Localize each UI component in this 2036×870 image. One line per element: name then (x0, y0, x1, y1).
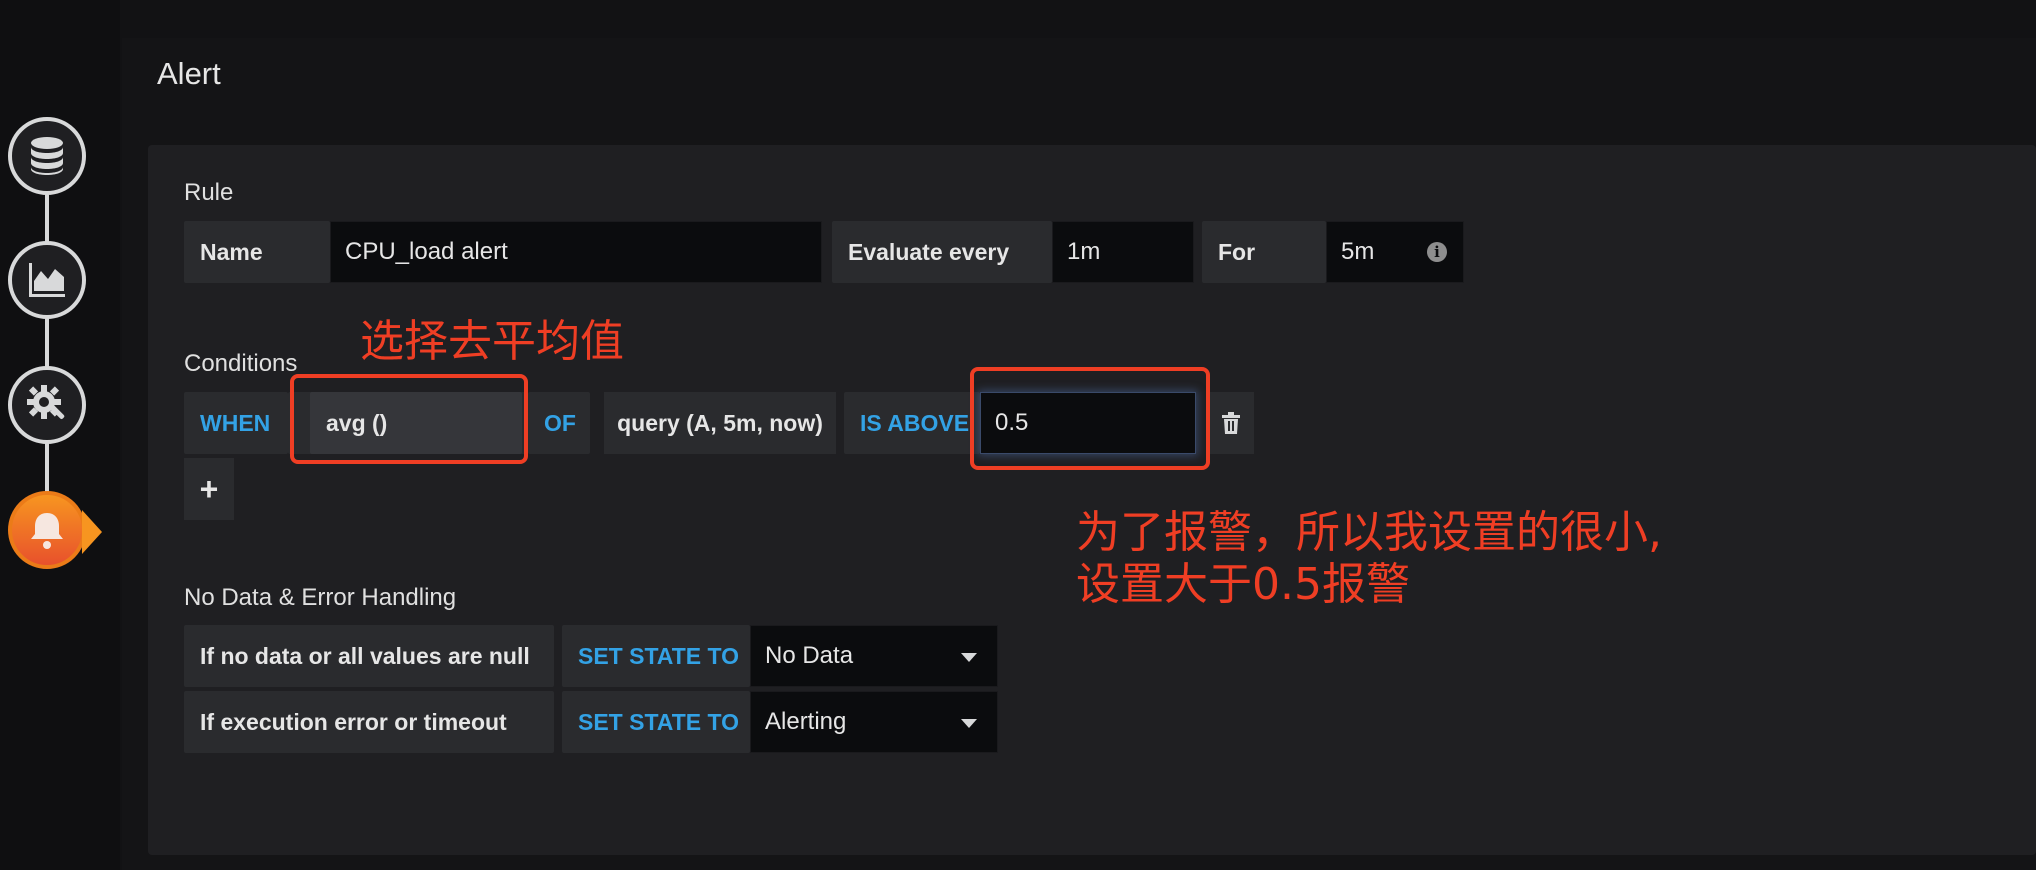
settings-icon (27, 385, 65, 419)
for-value: 5m (1341, 238, 1375, 265)
rail-alert-button[interactable] (8, 491, 86, 569)
query-select[interactable]: query (A, 5m, now) (604, 392, 836, 454)
no-data-action-label: SET STATE TO (562, 625, 750, 687)
threshold-annotation-line1: 为了报警，所以我设置的很小, (1076, 507, 1662, 558)
when-label: WHEN (184, 392, 288, 454)
conditions-section-title: Conditions (184, 350, 298, 377)
rule-name-input[interactable]: CPU_load alert (330, 221, 822, 283)
trash-icon (1222, 412, 1240, 434)
for-label: For (1202, 221, 1326, 283)
rail-queries-button[interactable] (8, 117, 86, 195)
rail-general-button[interactable] (8, 366, 86, 444)
of-label: OF (528, 392, 590, 454)
error-state-value: Alerting (765, 708, 847, 735)
reducer-highlight-box (290, 374, 528, 464)
database-icon (31, 137, 63, 175)
threshold-highlight-box (970, 367, 1210, 470)
no-data-state-select[interactable]: No Data (750, 625, 998, 687)
active-pointer (82, 510, 102, 554)
rail-visualization-button[interactable] (8, 241, 86, 319)
threshold-annotation-line2: 设置大于0.5报警 (1076, 559, 1410, 610)
rail-connector (45, 155, 49, 495)
error-state-select[interactable]: Alerting (750, 691, 998, 753)
add-condition-button[interactable]: + (184, 458, 234, 520)
evaluate-every-input[interactable]: 1m (1052, 221, 1194, 283)
no-data-state-value: No Data (765, 642, 854, 669)
reducer-annotation: 选择去平均值 (360, 316, 624, 367)
evaluate-every-label: Evaluate every (832, 221, 1052, 283)
rule-section-title: Rule (184, 179, 234, 206)
page-title: Alert (157, 56, 221, 91)
info-icon[interactable]: i (1427, 242, 1447, 262)
error-action-label: SET STATE TO (562, 691, 750, 753)
error-condition-label: If execution error or timeout (184, 691, 554, 753)
for-input[interactable]: 5m i (1326, 221, 1464, 283)
no-data-condition-label: If no data or all values are null (184, 625, 554, 687)
caret-down-icon (961, 719, 977, 728)
caret-down-icon (961, 653, 977, 662)
delete-condition-button[interactable] (1208, 392, 1254, 454)
bell-icon (31, 513, 63, 549)
alert-editor-rail (0, 0, 120, 870)
no-data-section-title: No Data & Error Handling (184, 584, 457, 611)
evaluator-select[interactable]: IS ABOVE (844, 392, 980, 454)
graph-icon (29, 263, 65, 297)
name-label: Name (184, 221, 330, 283)
